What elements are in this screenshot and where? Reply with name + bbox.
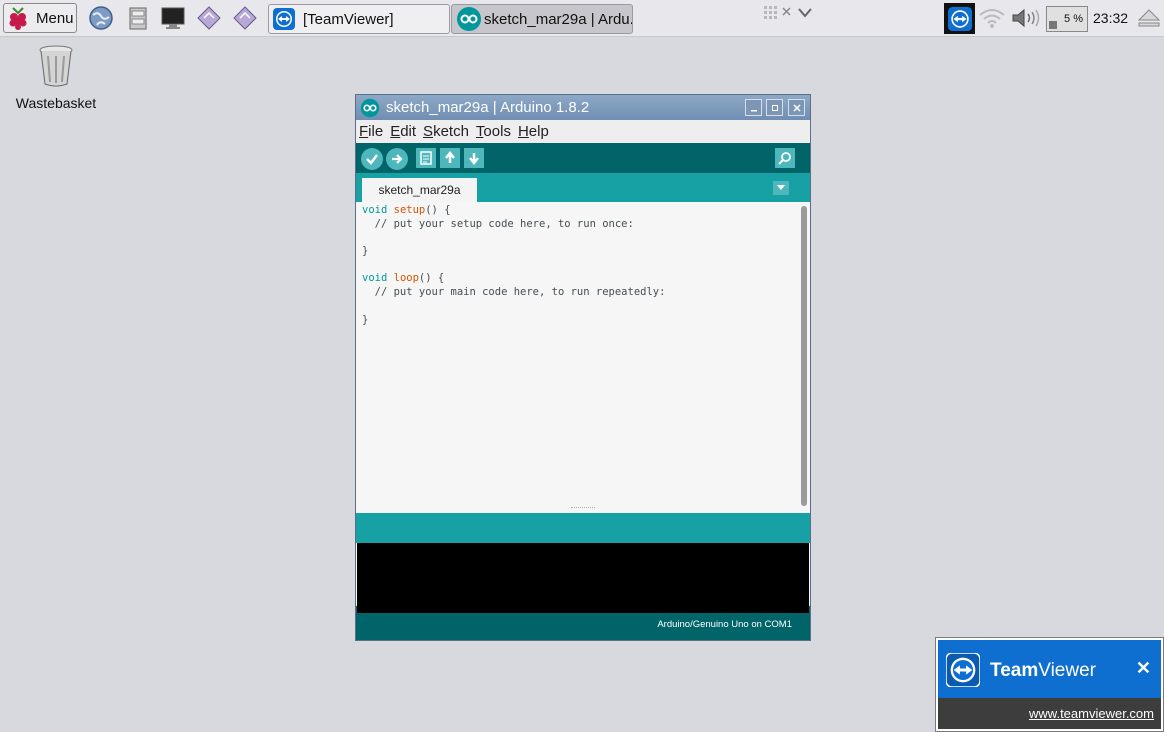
wolfram-icon[interactable] bbox=[232, 5, 258, 31]
save-button[interactable] bbox=[464, 148, 484, 168]
editor-scrollbar[interactable] bbox=[801, 206, 807, 506]
menu-button[interactable]: Menu bbox=[3, 3, 77, 33]
arduino-icon bbox=[360, 98, 380, 117]
eject-icon[interactable] bbox=[1137, 8, 1161, 28]
verify-button[interactable] bbox=[361, 148, 383, 170]
chevron-down-icon bbox=[777, 185, 785, 190]
maximize-icon bbox=[771, 104, 778, 111]
task-arduino[interactable]: sketch_mar29a | Ardu... bbox=[451, 4, 633, 34]
clock[interactable]: 23:32 bbox=[1093, 10, 1128, 26]
new-file-icon bbox=[420, 151, 432, 165]
arrow-down-icon bbox=[469, 153, 479, 165]
checkmark-icon bbox=[366, 154, 378, 165]
minimize-icon bbox=[750, 109, 757, 111]
window-title: sketch_mar29a | Arduino 1.8.2 bbox=[386, 99, 590, 116]
arrow-right-icon bbox=[392, 154, 403, 164]
task-teamviewer-label: [TeamViewer] bbox=[303, 10, 394, 28]
task-arduino-label: sketch_mar29a | Ardu... bbox=[484, 10, 633, 28]
open-button[interactable] bbox=[440, 148, 460, 168]
wastebasket[interactable]: Wastebasket bbox=[10, 44, 102, 111]
menu-bar: File Edit Sketch Tools Help bbox=[356, 120, 810, 143]
cpu-monitor: 5 % bbox=[1046, 6, 1088, 32]
serial-monitor-button[interactable] bbox=[775, 148, 795, 168]
wastebasket-label: Wastebasket bbox=[15, 95, 97, 111]
teamviewer-icon bbox=[273, 8, 295, 30]
split-grip[interactable] bbox=[571, 507, 595, 511]
menu-edit[interactable]: Edit bbox=[390, 123, 416, 140]
cpu-bar bbox=[1049, 21, 1057, 29]
popup-close-button[interactable]: ✕ bbox=[1136, 658, 1151, 679]
teamviewer-link[interactable]: www.teamviewer.com bbox=[1029, 706, 1154, 721]
terminal-icon[interactable] bbox=[160, 5, 186, 31]
close-icon bbox=[792, 103, 801, 112]
file-manager-icon[interactable] bbox=[125, 5, 151, 31]
menu-sketch[interactable]: Sketch bbox=[423, 123, 469, 140]
code-line: // put your setup code here, to run once… bbox=[362, 217, 634, 230]
raspberry-pi-icon bbox=[9, 7, 27, 30]
workspace-switcher-icon[interactable] bbox=[764, 4, 814, 22]
code-line: // put your main code here, to run repea… bbox=[362, 286, 666, 299]
tab-row: sketch_mar29a bbox=[356, 173, 810, 202]
teamviewer-brand: TeamViewer bbox=[990, 660, 1096, 681]
menu-tools[interactable]: Tools bbox=[476, 123, 511, 140]
volume-icon[interactable] bbox=[1010, 7, 1042, 29]
menu-help[interactable]: Help bbox=[518, 123, 549, 140]
code-line: } bbox=[362, 245, 369, 258]
arduino-icon bbox=[457, 7, 481, 31]
arrow-up-icon bbox=[445, 151, 455, 163]
status-bar: Arduino/Genuino Uno on COM1 bbox=[356, 613, 810, 640]
teamviewer-popup-header: TeamViewer ✕ bbox=[938, 640, 1161, 698]
teamviewer-popup-footer: www.teamviewer.com bbox=[938, 698, 1161, 729]
maximize-button[interactable] bbox=[766, 99, 783, 116]
wifi-icon[interactable] bbox=[978, 7, 1006, 29]
teamviewer-logo-icon bbox=[946, 653, 980, 687]
task-teamviewer[interactable]: [TeamViewer] bbox=[268, 4, 450, 34]
console-output[interactable] bbox=[357, 543, 809, 615]
cpu-label: 5 % bbox=[1064, 13, 1083, 25]
web-browser-icon[interactable] bbox=[88, 5, 114, 31]
code-line: } bbox=[362, 313, 369, 326]
tab-menu-button[interactable] bbox=[773, 181, 789, 195]
magnifier-icon bbox=[778, 152, 791, 165]
code-text: void setup() { // put your setup code he… bbox=[362, 204, 665, 327]
taskbar: Menu [TeamViewer] sketch_mar29a | Ardu..… bbox=[0, 0, 1164, 37]
title-bar[interactable]: sketch_mar29a | Arduino 1.8.2 bbox=[356, 95, 810, 120]
toolbar bbox=[356, 143, 810, 173]
tray-teamviewer[interactable] bbox=[944, 3, 975, 34]
mathematica-icon[interactable] bbox=[196, 5, 222, 31]
arduino-window: sketch_mar29a | Arduino 1.8.2 File Edit … bbox=[355, 94, 811, 641]
code-line: void loop() { bbox=[362, 272, 445, 285]
close-button[interactable] bbox=[788, 99, 805, 116]
upload-button[interactable] bbox=[386, 148, 408, 170]
new-button[interactable] bbox=[416, 148, 436, 168]
teamviewer-tray-icon bbox=[947, 6, 972, 31]
menu-file[interactable]: File bbox=[359, 123, 383, 140]
teamviewer-popup: TeamViewer ✕ www.teamviewer.com bbox=[935, 637, 1164, 732]
minimize-button[interactable] bbox=[745, 99, 762, 116]
board-status: Arduino/Genuino Uno on COM1 bbox=[657, 619, 792, 630]
trash-icon bbox=[39, 45, 73, 87]
code-line: void setup() { bbox=[362, 204, 451, 216]
tab-sketch[interactable]: sketch_mar29a bbox=[362, 178, 477, 202]
message-area bbox=[356, 513, 810, 543]
menu-label: Menu bbox=[36, 9, 74, 27]
